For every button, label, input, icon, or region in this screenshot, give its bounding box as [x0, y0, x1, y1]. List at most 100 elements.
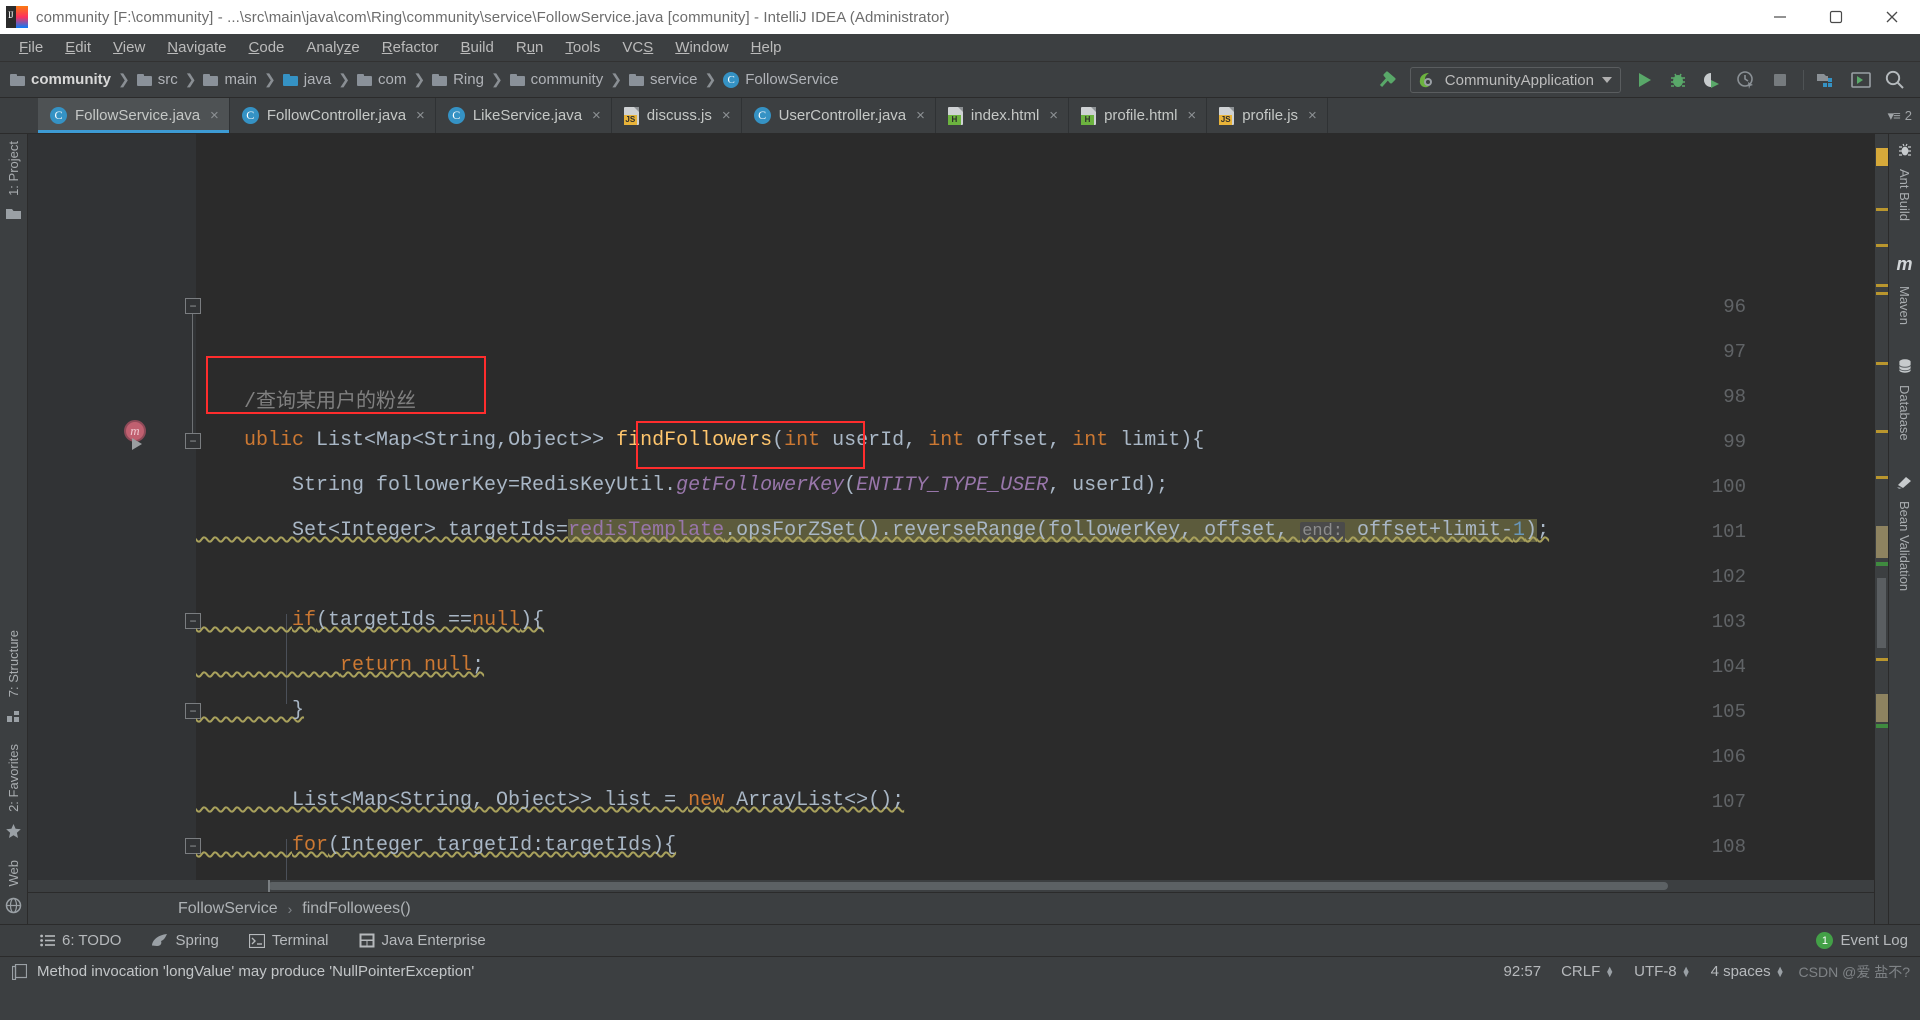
stripe-vcs-mark[interactable] — [1876, 562, 1888, 566]
breadcrumb-item-service[interactable]: service — [628, 71, 697, 88]
menu-run[interactable]: Run — [505, 36, 555, 59]
menu-bar: File Edit View Navigate Code Analyze Ref… — [0, 34, 1920, 62]
tab-profile-js[interactable]: JS profile.js × — [1207, 98, 1328, 133]
close-icon[interactable]: × — [416, 107, 425, 124]
stripe-warning-mark[interactable] — [1876, 284, 1888, 287]
menu-help[interactable]: Help — [740, 36, 793, 59]
tab-usercontroller-java[interactable]: C UserController.java × — [742, 98, 936, 133]
menu-window[interactable]: Window — [664, 36, 739, 59]
breadcrumb-class[interactable]: FollowService — [178, 900, 278, 918]
line-number: 97 — [1723, 341, 1746, 363]
stripe-warning-mark[interactable] — [1876, 148, 1888, 166]
sidebar-item-database[interactable]: Database — [1897, 378, 1912, 448]
run-icon[interactable] — [1627, 65, 1661, 95]
stripe-warning-mark[interactable] — [1876, 208, 1888, 211]
sidebar-item-favorites[interactable]: 2: Favorites — [6, 737, 21, 819]
breadcrumb-item-ring[interactable]: Ring — [432, 71, 484, 88]
sidebar-item-bean-validation[interactable]: Bean Validation — [1897, 494, 1912, 598]
tab-discuss-js[interactable]: JS discuss.js × — [612, 98, 742, 133]
tab-label: LikeService.java — [472, 107, 583, 124]
fold-marker[interactable]: − — [185, 298, 201, 314]
code-editor[interactable]: 96 97 98 99 100 101 102 103 104 105 106 … — [28, 134, 1874, 880]
scrollbar-thumb[interactable] — [268, 882, 1668, 890]
breadcrumb-item-src[interactable]: src — [136, 71, 178, 88]
tool-window-spring[interactable]: Spring — [151, 932, 219, 949]
stripe-warning-mark[interactable] — [1876, 292, 1888, 295]
tab-followcontroller-java[interactable]: C FollowController.java × — [230, 98, 436, 133]
horizontal-scrollbar[interactable] — [28, 880, 1874, 892]
run-configuration-selector[interactable]: CommunityApplication — [1409, 67, 1621, 93]
code-line-105: } — [196, 699, 305, 722]
breadcrumb-method[interactable]: findFollowees() — [302, 900, 410, 918]
stripe-warning-mark[interactable] — [1876, 658, 1888, 661]
event-log-group[interactable]: 1 Event Log — [1816, 932, 1920, 949]
sidebar-item-web[interactable]: Web — [6, 853, 21, 894]
close-icon[interactable]: × — [1049, 107, 1058, 124]
caret-position[interactable]: 92:57 — [1504, 963, 1542, 980]
search-everywhere-icon[interactable] — [1878, 65, 1912, 95]
tool-window-java-enterprise[interactable]: Java Enterprise — [359, 932, 486, 949]
project-structure-icon[interactable] — [1810, 65, 1844, 95]
breadcrumb-item-community-pkg[interactable]: community — [509, 71, 603, 88]
tool-window-label: 6: TODO — [62, 932, 122, 949]
stripe-highlight-mark[interactable] — [1876, 694, 1888, 722]
java-class-icon: C — [241, 107, 259, 124]
sidebar-item-structure[interactable]: 7: Structure — [6, 623, 21, 704]
menu-refactor[interactable]: Refactor — [371, 36, 450, 59]
close-button[interactable] — [1864, 0, 1920, 34]
breadcrumb-item-com[interactable]: com — [357, 71, 406, 88]
tab-likeservice-java[interactable]: C LikeService.java × — [436, 98, 612, 133]
stripe-warning-mark[interactable] — [1876, 362, 1888, 365]
close-icon[interactable]: × — [592, 107, 601, 124]
menu-code[interactable]: Code — [238, 36, 296, 59]
tab-index-html[interactable]: H index.html × — [936, 98, 1070, 133]
sidebar-item-maven[interactable]: Maven — [1897, 279, 1912, 332]
breadcrumb-item-java[interactable]: java — [282, 71, 331, 88]
debug-icon[interactable] — [1661, 65, 1695, 95]
tabs-overflow[interactable]: ▾≡ 2 — [1888, 98, 1920, 133]
stripe-warning-mark[interactable] — [1876, 244, 1888, 247]
stripe-warning-mark[interactable] — [1876, 430, 1888, 433]
editor-gutter[interactable] — [28, 134, 196, 880]
stop-icon[interactable] — [1763, 65, 1797, 95]
run-with-coverage-icon[interactable] — [1695, 65, 1729, 95]
maximize-button[interactable] — [1808, 0, 1864, 34]
terminal-icon[interactable] — [1844, 65, 1878, 95]
menu-edit[interactable]: Edit — [54, 36, 102, 59]
tool-window-todo[interactable]: 6: TODO — [40, 932, 121, 949]
menu-view[interactable]: View — [102, 36, 156, 59]
sidebar-item-project[interactable]: 1: Project — [6, 134, 21, 203]
menu-tools[interactable]: Tools — [554, 36, 611, 59]
error-stripe[interactable] — [1874, 134, 1888, 924]
tab-followservice-java[interactable]: C FollowService.java × — [38, 98, 230, 133]
stripe-warning-mark[interactable] — [1876, 476, 1888, 479]
menu-navigate[interactable]: Navigate — [156, 36, 237, 59]
indent-selector[interactable]: 4 spaces ▲ ▼ — [1711, 963, 1785, 980]
spring-boot-icon — [1419, 73, 1432, 88]
encoding-selector[interactable]: UTF-8 ▲ ▼ — [1634, 963, 1690, 980]
sidebar-item-ant-build[interactable]: Ant Build — [1897, 162, 1912, 228]
menu-analyze[interactable]: Analyze — [295, 36, 370, 59]
stripe-vcs-mark[interactable] — [1876, 724, 1888, 728]
tab-profile-html[interactable]: H profile.html × — [1069, 98, 1208, 133]
menu-vcs[interactable]: VCS — [611, 36, 664, 59]
breadcrumb-item-main[interactable]: main — [203, 71, 257, 88]
method-override-marker[interactable]: m — [124, 420, 150, 450]
stripe-highlight-mark[interactable] — [1876, 526, 1888, 558]
menu-build[interactable]: Build — [449, 36, 504, 59]
breadcrumb-item-followservice[interactable]: C FollowService — [723, 71, 839, 88]
close-icon[interactable]: × — [916, 107, 925, 124]
close-icon[interactable]: × — [1308, 107, 1317, 124]
close-icon[interactable]: × — [1187, 107, 1196, 124]
minimize-button[interactable] — [1752, 0, 1808, 34]
close-icon[interactable]: × — [722, 107, 731, 124]
close-icon[interactable]: × — [210, 107, 219, 124]
profiler-icon[interactable] — [1729, 65, 1763, 95]
menu-file[interactable]: File — [8, 36, 54, 59]
line-separator-selector[interactable]: CRLF ▲ ▼ — [1561, 963, 1614, 980]
breadcrumb-item-community[interactable]: community — [10, 71, 111, 88]
intellij-idea-icon: IJ — [6, 6, 28, 28]
tool-window-terminal[interactable]: Terminal — [248, 932, 329, 949]
build-hammer-icon[interactable] — [1370, 65, 1404, 95]
scroll-thumb[interactable] — [1877, 578, 1886, 648]
